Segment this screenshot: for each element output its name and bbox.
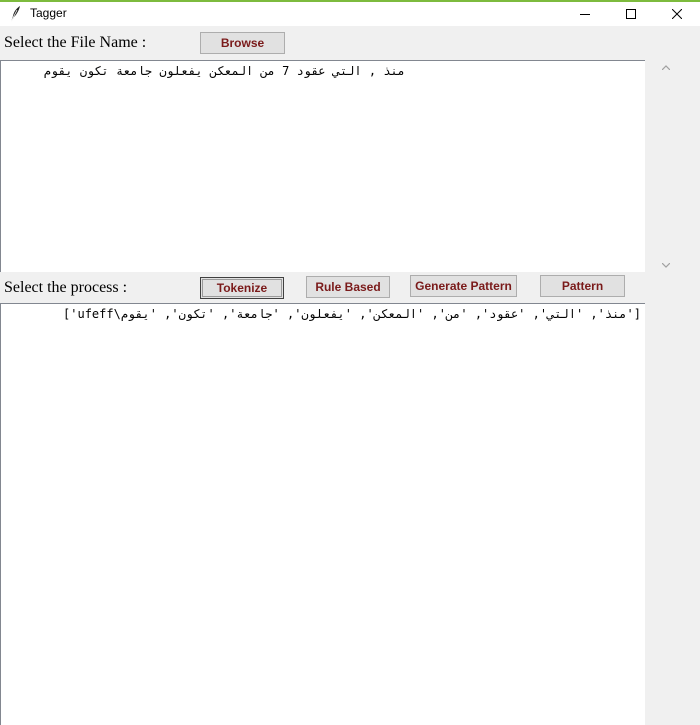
file-content-text: منذ , التي عقود 7 من المعكن يفعلون جامعة…	[43, 64, 405, 78]
tokenize-button[interactable]: Tokenize	[200, 277, 284, 299]
feather-icon	[8, 5, 22, 23]
minimize-icon	[580, 9, 590, 19]
file-content-textbox[interactable]: منذ , التي عقود 7 من المعكن يفعلون جامعة…	[0, 60, 645, 272]
window-title: Tagger	[30, 6, 67, 20]
title-bar[interactable]: Tagger	[0, 2, 700, 26]
output-textbox[interactable]: ['منذ', 'التي', 'عقود', 'من', 'المعكن', …	[0, 303, 645, 725]
output-text: ['منذ', 'التي', 'عقود', 'من', 'المعكن', …	[63, 307, 641, 321]
scroll-up-icon[interactable]	[660, 62, 672, 72]
rule-based-button[interactable]: Rule Based	[306, 276, 390, 298]
maximize-icon	[626, 9, 636, 19]
output-scrollbar[interactable]	[658, 303, 674, 725]
close-button[interactable]	[654, 2, 700, 26]
process-label: Select the process :	[4, 279, 128, 296]
browse-button[interactable]: Browse	[200, 32, 285, 54]
generate-pattern-button[interactable]: Generate Pattern	[410, 275, 517, 297]
minimize-button[interactable]	[562, 2, 608, 26]
pattern-button[interactable]: Pattern	[540, 275, 625, 297]
close-icon	[672, 9, 682, 19]
scroll-down-icon[interactable]	[660, 260, 672, 270]
maximize-button[interactable]	[608, 2, 654, 26]
file-content-scrollbar[interactable]	[658, 60, 674, 272]
file-name-label: Select the File Name :	[4, 34, 147, 51]
